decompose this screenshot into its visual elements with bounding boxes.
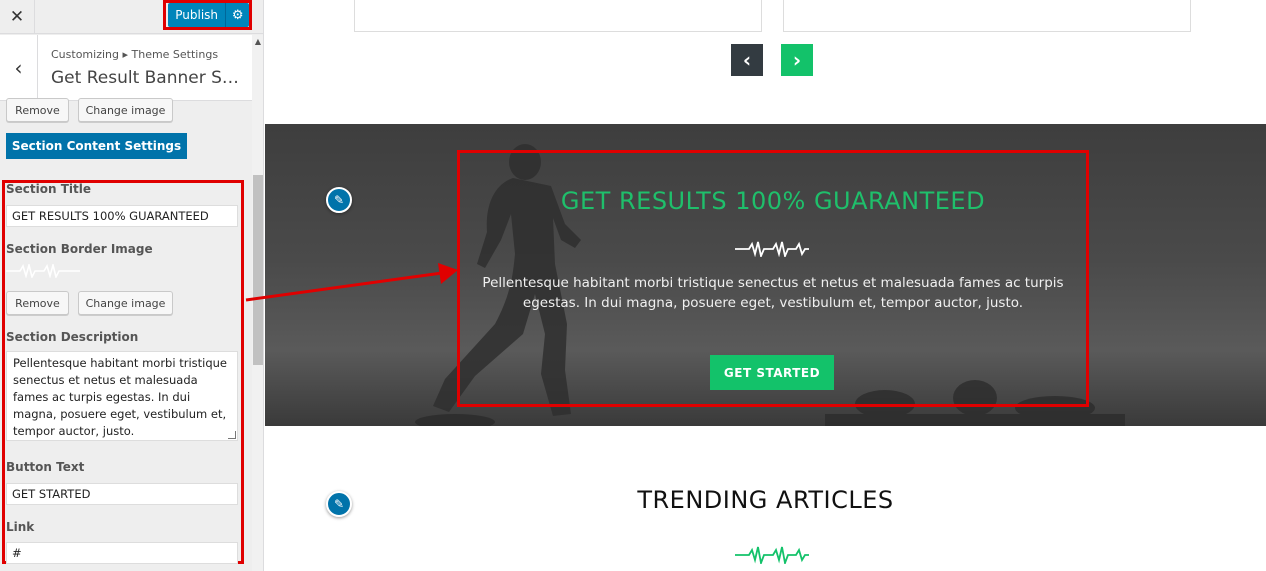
back-chevron-icon[interactable]: ‹ [0, 35, 38, 101]
scrollbar-thumb[interactable] [253, 175, 263, 365]
remove-border-image-button[interactable]: Remove [6, 291, 69, 315]
section-title-label: Section Title [6, 182, 91, 196]
remove-background-button[interactable]: Remove [6, 98, 69, 122]
get-started-button[interactable]: GET STARTED [710, 355, 834, 390]
sidebar-scrollbar[interactable]: ▲ [252, 35, 263, 571]
change-border-image-button[interactable]: Change image [78, 291, 173, 315]
border-image-preview [6, 264, 80, 278]
panel-title: Get Result Banner Settings [51, 68, 246, 88]
breadcrumb: Customizing ▸ Theme Settings [51, 48, 219, 61]
border-image-label: Section Border Image [6, 242, 153, 256]
preview-card [354, 0, 762, 32]
section-description-label: Section Description [6, 330, 139, 344]
edit-shortcut-pencil-icon[interactable]: ✎ [326, 187, 352, 213]
customizer-window: ✕ Publish ⚙ ‹ Customizing ▸ Theme Settin… [0, 0, 1266, 571]
get-results-banner: GET RESULTS 100% GUARANTEED Pellentesque… [265, 124, 1266, 426]
pulse-divider-icon [735, 241, 809, 257]
scroll-up-arrow-icon[interactable]: ▲ [252, 37, 263, 47]
preview-card [783, 0, 1191, 32]
site-preview: ‹ › GET RESULTS 100% GUARANTEED Pellente… [265, 0, 1266, 571]
button-text-input[interactable]: GET STARTED [6, 483, 238, 505]
customizer-topbar: ✕ Publish ⚙ [0, 0, 263, 34]
publish-button[interactable]: Publish [168, 3, 226, 27]
close-icon[interactable]: ✕ [0, 0, 35, 34]
pulse-divider-icon [735, 546, 809, 564]
change-background-button[interactable]: Change image [78, 98, 173, 122]
link-label: Link [6, 520, 35, 534]
panel-header: ‹ Customizing ▸ Theme Settings Get Resul… [0, 35, 252, 101]
link-input[interactable]: # [6, 542, 238, 564]
section-description-textarea[interactable]: Pellentesque habitant morbi tristique se… [6, 351, 238, 441]
section-content-settings-button[interactable]: Section Content Settings [6, 133, 187, 159]
button-text-label: Button Text [6, 460, 85, 474]
prev-arrow-icon[interactable]: ‹ [731, 44, 763, 76]
section-title-input[interactable]: GET RESULTS 100% GUARANTEED [6, 205, 238, 227]
section-description-text: Pellentesque habitant morbi tristique se… [13, 356, 227, 438]
publish-highlight: Publish ⚙ [163, 0, 252, 30]
banner-title: GET RESULTS 100% GUARANTEED [560, 187, 986, 215]
banner-description: Pellentesque habitant morbi tristique se… [482, 275, 1064, 311]
next-arrow-icon[interactable]: › [781, 44, 813, 76]
customizer-sidebar: ✕ Publish ⚙ ‹ Customizing ▸ Theme Settin… [0, 0, 264, 571]
resize-grip-icon[interactable] [228, 431, 236, 439]
gear-icon[interactable]: ⚙ [225, 3, 249, 27]
trending-articles-title: TRENDING ARTICLES [637, 486, 894, 514]
banner-content-highlight: GET RESULTS 100% GUARANTEED Pellentesque… [457, 150, 1089, 407]
